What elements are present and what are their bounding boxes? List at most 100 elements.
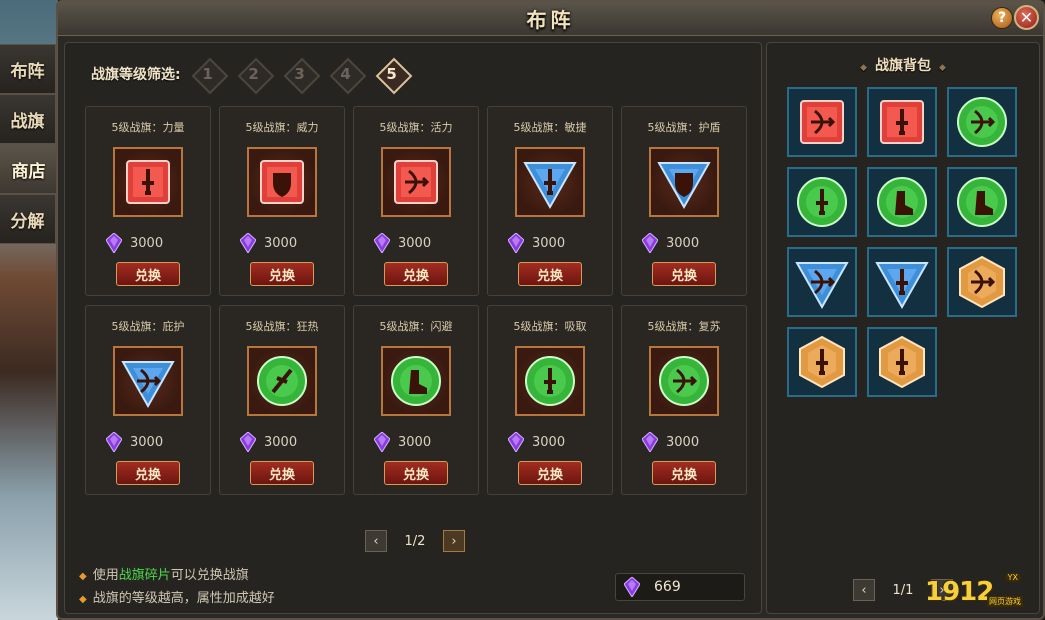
tab-shop[interactable]: 商店 <box>0 144 58 194</box>
shop-item-card: 5级战旗：活力 3000 兑换 <box>353 106 479 296</box>
blue-flag-icon[interactable] <box>649 147 719 217</box>
currency-display: 669 <box>615 573 745 601</box>
exchange-button[interactable]: 兑换 <box>652 262 716 286</box>
bag-slot-blue-flag-icon[interactable] <box>867 247 937 317</box>
bag-slot-orange-flag-icon[interactable] <box>947 247 1017 317</box>
flag-bag-panel: 战旗背包 ‹ 1/1 › 1912 YX 网页游戏 <box>766 42 1040 614</box>
purple-gem-icon <box>624 577 640 597</box>
item-price: 3000 <box>240 233 297 253</box>
shop-item-card: 5级战旗：护盾 3000 兑换 <box>621 106 747 296</box>
tab-decompose[interactable]: 分解 <box>0 194 56 244</box>
tab-flags[interactable]: 战旗 <box>0 94 56 144</box>
exchange-button[interactable]: 兑换 <box>384 262 448 286</box>
bag-slot-blue-flag-icon[interactable] <box>787 247 857 317</box>
red-flag-icon[interactable] <box>247 147 317 217</box>
level-filter-3[interactable]: 3 <box>285 59 315 89</box>
bag-slot-orange-flag-icon[interactable] <box>867 327 937 397</box>
level-filter-2[interactable]: 2 <box>239 59 269 89</box>
tab-formation[interactable]: 布阵 <box>0 44 56 94</box>
red-flag-icon[interactable] <box>381 147 451 217</box>
item-price: 3000 <box>642 233 699 253</box>
purple-gem-icon <box>642 432 658 452</box>
item-name: 5级战旗：力量 <box>111 121 185 134</box>
tip-line-2: ◆ 战旗的等级越高，属性加成越好 <box>79 591 275 606</box>
red-flag-icon[interactable] <box>113 147 183 217</box>
close-button[interactable]: ✕ <box>1014 5 1039 30</box>
side-tab-bar: 布阵 战旗 商店 分解 <box>0 44 58 244</box>
shop-panel: 战旗等级筛选: 1 2 3 4 5 5级战旗：力量 3000 兑换 5级战旗：威… <box>64 42 762 614</box>
green-flag-icon[interactable] <box>649 346 719 416</box>
purple-gem-icon <box>508 233 524 253</box>
flag-fragment-link[interactable]: 战旗碎片 <box>119 568 171 583</box>
exchange-button[interactable]: 兑换 <box>384 461 448 485</box>
shop-item-card: 5级战旗：吸取 3000 兑换 <box>487 305 613 495</box>
green-flag-icon[interactable] <box>247 346 317 416</box>
bag-slot-green-flag-icon[interactable] <box>867 167 937 237</box>
shop-item-card: 5级战旗：复苏 3000 兑换 <box>621 305 747 495</box>
shop-item-card: 5级战旗：力量 3000 兑换 <box>85 106 211 296</box>
purple-gem-icon <box>374 233 390 253</box>
item-name: 5级战旗：复苏 <box>647 320 721 333</box>
item-name: 5级战旗：敏捷 <box>513 121 587 134</box>
bag-prev-page-button[interactable]: ‹ <box>853 579 875 601</box>
level-filter-5[interactable]: 5 <box>377 59 407 89</box>
exchange-button[interactable]: 兑换 <box>518 262 582 286</box>
currency-value: 669 <box>654 579 681 595</box>
green-flag-icon[interactable] <box>515 346 585 416</box>
item-price: 3000 <box>374 233 431 253</box>
bag-slot-green-flag-icon[interactable] <box>787 167 857 237</box>
bag-page-indicator: 1/1 <box>892 582 914 598</box>
bag-slot-green-flag-icon[interactable] <box>947 167 1017 237</box>
filter-label: 战旗等级筛选: <box>91 67 181 83</box>
shop-item-card: 5级战旗：敏捷 3000 兑换 <box>487 106 613 296</box>
item-price: 3000 <box>106 432 163 452</box>
item-name: 5级战旗：活力 <box>379 121 453 134</box>
page-indicator: 1/2 <box>404 533 426 549</box>
bag-slot-red-flag-icon[interactable] <box>787 87 857 157</box>
help-button[interactable]: ? <box>991 7 1013 29</box>
exchange-button[interactable]: 兑换 <box>518 461 582 485</box>
blue-flag-icon[interactable] <box>515 147 585 217</box>
window-title: 布阵 <box>526 8 575 32</box>
purple-gem-icon <box>106 233 122 253</box>
item-price: 3000 <box>642 432 699 452</box>
level-filter-4[interactable]: 4 <box>331 59 361 89</box>
shop-item-card: 5级战旗：庇护 3000 兑换 <box>85 305 211 495</box>
exchange-button[interactable]: 兑换 <box>652 461 716 485</box>
formation-window: 布阵 ? ✕ 战旗等级筛选: 1 2 3 4 5 5级战旗：力量 3000 兑换… <box>56 0 1045 620</box>
item-name: 5级战旗：护盾 <box>647 121 721 134</box>
tips: ◆ 使用战旗碎片可以兑换战旗 ◆ 战旗的等级越高，属性加成越好 <box>79 565 275 611</box>
exchange-button[interactable]: 兑换 <box>250 262 314 286</box>
item-name: 5级战旗：吸取 <box>513 320 587 333</box>
level-filter-1[interactable]: 1 <box>193 59 223 89</box>
shop-pager: ‹ 1/2 › <box>365 530 465 552</box>
green-flag-icon[interactable] <box>381 346 451 416</box>
exchange-button[interactable]: 兑换 <box>116 461 180 485</box>
item-price: 3000 <box>508 432 565 452</box>
item-price: 3000 <box>374 432 431 452</box>
blue-flag-icon[interactable] <box>113 346 183 416</box>
shop-item-card: 5级战旗：闪避 3000 兑换 <box>353 305 479 495</box>
bag-slot-red-flag-icon[interactable] <box>867 87 937 157</box>
next-page-button[interactable]: › <box>443 530 465 552</box>
item-name: 5级战旗：庇护 <box>111 320 185 333</box>
purple-gem-icon <box>642 233 658 253</box>
prev-page-button[interactable]: ‹ <box>365 530 387 552</box>
item-name: 5级战旗：威力 <box>245 121 319 134</box>
purple-gem-icon <box>240 432 256 452</box>
purple-gem-icon <box>106 432 122 452</box>
item-price: 3000 <box>106 233 163 253</box>
bag-slot-green-flag-icon[interactable] <box>947 87 1017 157</box>
purple-gem-icon <box>240 233 256 253</box>
exchange-button[interactable]: 兑换 <box>116 262 180 286</box>
item-name: 5级战旗：狂热 <box>245 320 319 333</box>
bag-slot-orange-flag-icon[interactable] <box>787 327 857 397</box>
shop-item-card: 5级战旗：狂热 3000 兑换 <box>219 305 345 495</box>
item-name: 5级战旗：闪避 <box>379 320 453 333</box>
bullet-icon: ◆ <box>79 571 87 582</box>
purple-gem-icon <box>374 432 390 452</box>
bullet-icon: ◆ <box>79 594 87 605</box>
title-bar: 布阵 ? ✕ <box>58 2 1043 36</box>
exchange-button[interactable]: 兑换 <box>250 461 314 485</box>
bag-title: 战旗背包 <box>767 55 1039 75</box>
